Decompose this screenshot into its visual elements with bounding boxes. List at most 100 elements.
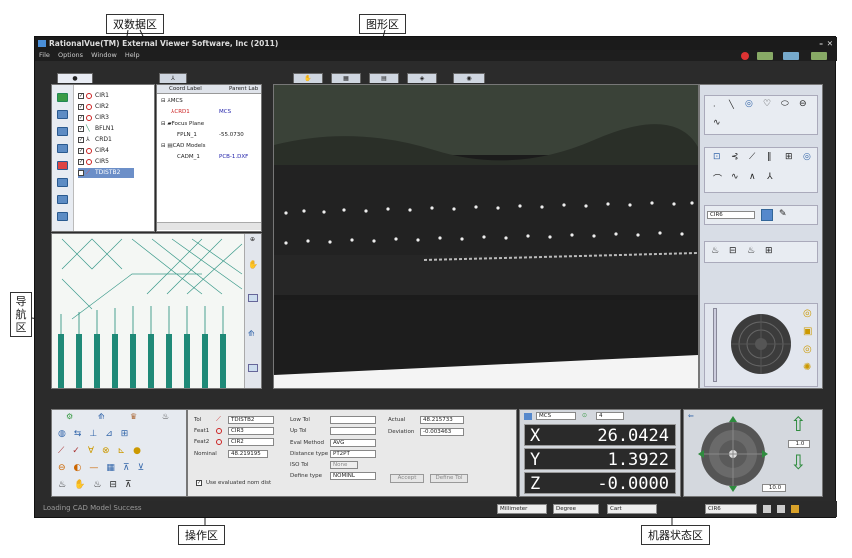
op-gear-icon[interactable]: ⊖◐—: [58, 463, 106, 473]
aux-light-icon[interactable]: ✺: [803, 362, 811, 373]
z-down-arrow-icon[interactable]: ⇩: [790, 452, 807, 472]
jog-toggle-icon[interactable]: ⇐: [688, 412, 694, 420]
feature-row[interactable]: ✓ CIR1: [78, 91, 109, 101]
light-ring-dial[interactable]: [729, 312, 793, 376]
checkbox[interactable]: ✓: [78, 159, 84, 165]
tab-view-2[interactable]: ▦: [331, 73, 361, 83]
z-up-arrow-icon[interactable]: ⇧: [790, 414, 807, 434]
light-1-icon[interactable]: ♨: [711, 246, 719, 256]
machine-icon[interactable]: [811, 52, 827, 60]
distance-type-select[interactable]: PT2PT: [330, 450, 376, 458]
point-tool-icon[interactable]: ·: [713, 102, 716, 111]
select-all-icon[interactable]: [57, 93, 68, 102]
slot-tool-icon[interactable]: ⊖: [799, 99, 807, 109]
distance-tool-icon[interactable]: ⊞: [785, 152, 793, 162]
jog-dial[interactable]: [698, 414, 768, 494]
tab-features[interactable]: ●: [57, 73, 93, 83]
list-icon[interactable]: [57, 110, 68, 119]
edit-icon[interactable]: ✎: [779, 209, 787, 219]
units-select[interactable]: Millimeter: [497, 504, 547, 514]
feat1-select[interactable]: CIR3: [228, 427, 274, 435]
op-tab-3-icon[interactable]: ♛: [130, 412, 137, 421]
table-row[interactable]: ⅄ CRD1: [171, 107, 190, 117]
circle-tool-icon[interactable]: ◎: [745, 99, 753, 109]
light-4-icon[interactable]: ⊞: [765, 246, 773, 256]
table-row[interactable]: ⊟ ▤ CAD Models: [161, 141, 206, 151]
line-tool-icon[interactable]: ╲: [729, 100, 734, 109]
back-light-icon[interactable]: ◎: [803, 344, 812, 355]
table-row[interactable]: ⊟ ▰ Focus Plane: [161, 119, 204, 129]
display-icon[interactable]: [783, 52, 799, 60]
zoom-nav-icon[interactable]: [248, 294, 258, 302]
menu-options[interactable]: Options: [58, 51, 83, 59]
status-icon-3[interactable]: [791, 505, 799, 513]
table-row[interactable]: CADM_1: [177, 152, 200, 162]
feature-row-selected[interactable]: ✓ ⟋ TDISTB2: [78, 168, 134, 178]
checkbox[interactable]: ✓: [78, 148, 84, 154]
curve-tool-icon[interactable]: ∿: [713, 118, 721, 128]
op-cross-icon[interactable]: ⟋✓: [58, 446, 88, 456]
graphics-view[interactable]: [273, 84, 699, 389]
zero-icon[interactable]: ⊙: [582, 412, 587, 419]
tab-view-3[interactable]: ▤: [369, 73, 399, 83]
define-tol-button[interactable]: Define Tol: [430, 474, 468, 483]
angle-select[interactable]: Degree: [553, 504, 599, 514]
checkbox[interactable]: ✓: [78, 137, 84, 143]
nominal-field[interactable]: 48.219195: [228, 450, 268, 458]
op-chart-icon[interactable]: ▦⊼⊻: [106, 463, 152, 473]
iso-tol-select[interactable]: None: [330, 461, 358, 469]
arrow-icon[interactable]: [57, 195, 68, 204]
feature-row[interactable]: ✓ CIR3: [78, 113, 109, 123]
jog-speed-2[interactable]: 10.0: [762, 484, 786, 492]
col-coord-label[interactable]: Coord Label: [169, 85, 202, 94]
export-icon[interactable]: [57, 144, 68, 153]
ellipse-tool-icon[interactable]: ⬭: [781, 99, 789, 109]
menu-window[interactable]: Window: [91, 51, 117, 59]
define-type-select[interactable]: NOMINL: [330, 472, 376, 480]
feat2-select[interactable]: CIR2: [228, 438, 274, 446]
checkbox[interactable]: ✓: [78, 93, 84, 99]
width-tool-icon[interactable]: ‖: [767, 152, 772, 162]
fit-nav-icon[interactable]: [248, 364, 258, 372]
light-2-icon[interactable]: ⊟: [729, 246, 737, 256]
perp-tool-icon[interactable]: ⟋: [749, 152, 755, 162]
coords-select[interactable]: Cart: [607, 504, 657, 514]
coord-number-select[interactable]: 4: [596, 412, 624, 420]
feature-row[interactable]: ✓ ╲ BFLN1: [78, 124, 114, 134]
pin-icon[interactable]: ⊕: [250, 236, 255, 243]
checkbox[interactable]: ✓: [78, 126, 84, 132]
use-eval-checkbox[interactable]: ✓: [196, 480, 202, 486]
table-row[interactable]: ⊟ ⅄ MCS: [161, 96, 183, 106]
menu-help[interactable]: Help: [125, 51, 140, 59]
arc-tool-icon[interactable]: ♡: [763, 99, 771, 109]
op-measure-icon[interactable]: ⊥⊿⊞: [89, 429, 136, 439]
angle-tool-icon[interactable]: ∧: [749, 172, 756, 182]
sort-icon[interactable]: [57, 127, 68, 136]
eval-method-select[interactable]: AVG: [330, 439, 376, 447]
op-tool-icon[interactable]: ∀⊗⊾●: [88, 446, 149, 456]
light-3-icon[interactable]: ♨: [747, 246, 755, 256]
cad-navigation-map[interactable]: [52, 234, 244, 388]
hand-nav-icon[interactable]: ✋: [248, 260, 258, 270]
coord-system-select[interactable]: MCS: [536, 412, 576, 420]
tab-view-4[interactable]: ◈: [407, 73, 437, 83]
locate-nav-icon[interactable]: ⟰: [248, 329, 258, 338]
op-circle-icon[interactable]: ◍⇆: [58, 429, 89, 439]
feature-name-field[interactable]: CIR6: [707, 211, 755, 219]
horizontal-scrollbar[interactable]: [157, 222, 261, 230]
coax-light-icon[interactable]: ▣: [803, 326, 812, 337]
tab-coords[interactable]: ⅄: [159, 73, 187, 83]
feature-row[interactable]: ✓ CIR2: [78, 102, 109, 112]
checkbox[interactable]: ✓: [78, 170, 84, 176]
status-icon-2[interactable]: [777, 505, 785, 513]
intersect-tool-icon[interactable]: ⊰: [731, 152, 739, 162]
close-icon[interactable]: ✕: [827, 37, 833, 50]
accept-button[interactable]: Accept: [390, 474, 424, 483]
tab-view-5[interactable]: ◉: [453, 73, 485, 83]
checkbox[interactable]: ✓: [78, 115, 84, 121]
home-machine-icon[interactable]: [757, 52, 773, 60]
feature-row[interactable]: ✓ CIR5: [78, 157, 109, 167]
light-slider[interactable]: [713, 308, 717, 382]
op-tab-1-icon[interactable]: ⚙: [66, 412, 73, 421]
table-icon[interactable]: [57, 178, 68, 187]
